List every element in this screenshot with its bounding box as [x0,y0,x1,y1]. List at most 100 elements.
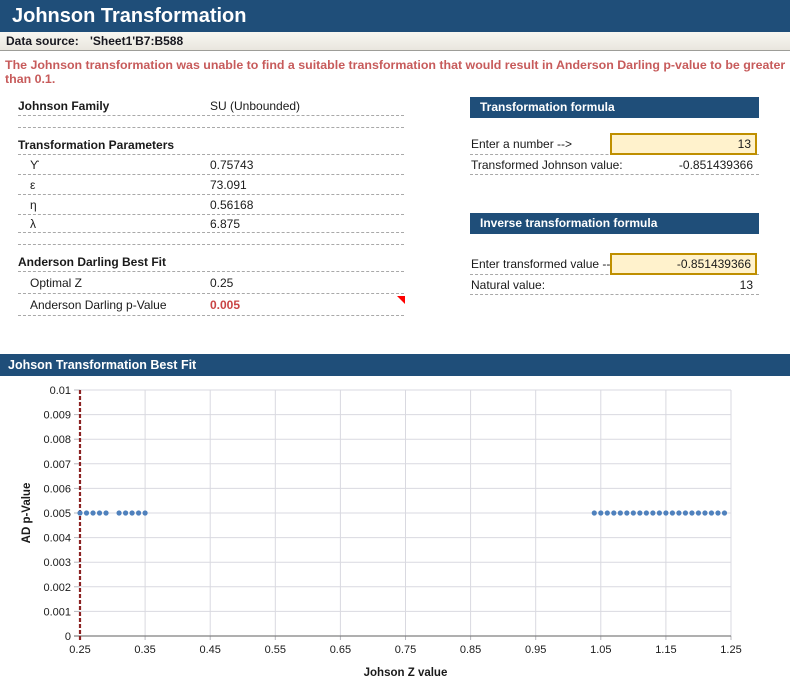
transformed-value: -0.851439366 [679,158,753,172]
transformed-value-row: Transformed Johnson value: -0.851439366 [470,155,759,175]
x-tick-label: 0.45 [199,644,220,656]
data-point [143,510,148,515]
x-tick-label: 0.25 [69,644,90,656]
separator [18,127,404,128]
optimal-z-row: Optimal Z 0.25 [18,272,404,294]
data-point [598,510,603,515]
y-axis-title: AD p-Value [21,483,33,544]
x-tick-label: 0.65 [330,644,351,656]
data-point [657,510,662,515]
number-input[interactable] [610,133,757,155]
param-gamma-value: 0.75743 [210,158,253,172]
x-tick-label: 1.15 [655,644,676,656]
data-point [611,510,616,515]
param-epsilon-symbol: ε [30,178,35,192]
y-tick-label: 0.002 [43,582,71,594]
x-axis-title: Johson Z value [364,667,448,679]
parameters-title: Transformation Parameters [18,138,174,152]
y-tick-label: 0.004 [43,533,71,545]
warning-message: The Johnson transformation was unable to… [5,58,787,86]
data-point [123,510,128,515]
param-lambda-symbol: λ [30,217,36,231]
y-tick-label: 0.003 [43,557,71,569]
ad-p-value-value: 0.005 [210,298,240,312]
data-point [689,510,694,515]
data-point [715,510,720,515]
data-point [90,510,95,515]
data-source-bar: Data source: 'Sheet1'B7:B588 [0,32,790,51]
param-lambda-row: λ 6.875 [18,215,404,233]
y-tick-label: 0.007 [43,459,71,471]
param-lambda-value: 6.875 [210,217,240,231]
anderson-title: Anderson Darling Best Fit [18,255,166,269]
y-tick-label: 0.008 [43,434,71,446]
enter-number-label: Enter a number --> [471,137,572,151]
johnson-transformation-sheet: Johnson Transformation Data source: 'She… [0,0,790,691]
data-point [676,510,681,515]
data-point [116,510,121,515]
data-point [670,510,675,515]
data-point [618,510,623,515]
chart-section-header: Johson Transformation Best Fit [0,354,790,376]
anderson-title-row: Anderson Darling Best Fit [18,253,404,272]
y-tick-label: 0.001 [43,606,71,618]
data-point [663,510,668,515]
johnson-family-row: Johnson Family SU (Unbounded) [18,96,404,116]
data-point [637,510,642,515]
page-title: Johnson Transformation [0,0,790,32]
param-gamma-symbol: ϒ [30,158,39,172]
data-point [97,510,102,515]
data-point [624,510,629,515]
x-tick-label: 0.95 [525,644,546,656]
inverse-formula-header: Inverse transformation formula [470,213,759,234]
data-source-label: Data source: [6,34,79,48]
x-tick-label: 1.25 [720,644,741,656]
separator [18,244,404,245]
x-tick-label: 0.75 [395,644,416,656]
data-point [136,510,141,515]
data-point [644,510,649,515]
y-tick-label: 0.005 [43,508,71,520]
data-point [84,510,89,515]
y-tick-label: 0.01 [50,385,71,397]
data-point [683,510,688,515]
transformed-value-label: Transformed Johnson value: [471,158,623,172]
bestfit-chart: 00.0010.0020.0030.0040.0050.0060.0070.00… [0,374,790,691]
johnson-family-value: SU (Unbounded) [210,99,300,113]
parameters-title-row: Transformation Parameters [18,135,404,155]
y-tick-label: 0.009 [43,410,71,422]
data-point [709,510,714,515]
ad-p-value-row: Anderson Darling p-Value 0.005 [18,294,404,316]
enter-transformed-row: Enter transformed value --> [470,253,759,275]
data-point [696,510,701,515]
x-tick-label: 1.05 [590,644,611,656]
johnson-family-label: Johnson Family [18,99,109,113]
data-point [631,510,636,515]
data-point [129,510,134,515]
natural-value-label: Natural value: [471,278,545,292]
data-point [605,510,610,515]
data-point [702,510,707,515]
transformation-formula-header: Transformation formula [470,97,759,118]
param-gamma-row: ϒ 0.75743 [18,155,404,175]
comment-indicator-icon [397,296,405,304]
natural-value-row: Natural value: 13 [470,275,759,295]
param-epsilon-row: ε 73.091 [18,175,404,195]
x-tick-label: 0.85 [460,644,481,656]
y-tick-label: 0 [65,631,71,643]
param-eta-value: 0.56168 [210,198,253,212]
optimal-z-value: 0.25 [210,276,233,290]
param-eta-symbol: η [30,198,37,212]
data-point [103,510,108,515]
data-source-value: 'Sheet1'B7:B588 [90,34,183,48]
transformed-input[interactable] [610,253,757,275]
data-point [592,510,597,515]
x-tick-label: 0.55 [265,644,286,656]
data-point [650,510,655,515]
natural-value: 13 [740,278,753,292]
ad-p-value-label: Anderson Darling p-Value [30,298,167,312]
enter-transformed-label: Enter transformed value --> [471,257,617,271]
param-epsilon-value: 73.091 [210,178,247,192]
data-point [77,510,82,515]
optimal-z-label: Optimal Z [30,276,82,290]
